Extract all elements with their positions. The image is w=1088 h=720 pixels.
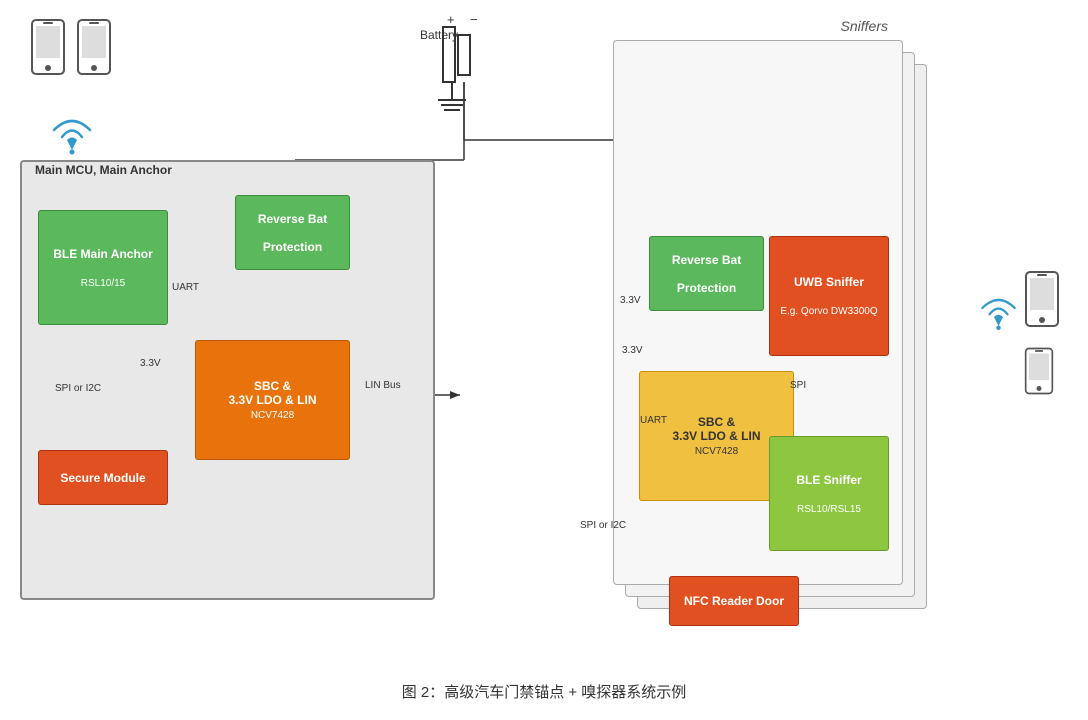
spi-label: SPI: [790, 380, 806, 391]
uart-right-label: UART: [640, 415, 667, 426]
svg-text:−: −: [470, 12, 478, 27]
phone-group-right: [1024, 270, 1060, 396]
phone-icon-right-1: [1024, 270, 1060, 328]
rev-bat-protection-right-block: Reverse Bat Protection: [649, 236, 764, 311]
sniffer-panel-front: Reverse Bat Protection SBC & 3.3V LDO & …: [613, 40, 903, 585]
v33-top-label: 3.3V: [620, 295, 641, 306]
v33-left-label: 3.3V: [140, 358, 161, 369]
nfc-reader-block: NFC Reader Door: [669, 576, 799, 626]
wifi-icon-right: [971, 290, 1026, 340]
battery-label: Battery: [420, 28, 458, 42]
phone-icon-right-2: [1024, 346, 1054, 396]
phone-icon-1: [30, 18, 66, 76]
sniffer-stack: Reverse Bat Protection SBC & 3.3V LDO & …: [613, 40, 933, 640]
spi-i2c-right-label: SPI or I2C: [580, 520, 626, 531]
ble-main-anchor-block: BLE Main Anchor RSL10/15: [38, 210, 168, 325]
main-mcu-label: Main MCU, Main Anchor: [35, 163, 172, 177]
uwb-sniffer-block: UWB Sniffer E.g. Qorvo DW3300Q: [769, 236, 889, 356]
spi-i2c-left-label: SPI or I2C: [55, 383, 101, 394]
sniffers-label: Sniffers: [841, 18, 888, 34]
uart-left-label: UART: [172, 282, 199, 293]
caption: 图 2：高级汽车门禁锚点 + 嗅探器系统示例: [0, 681, 1088, 702]
secure-module-block: Secure Module: [38, 450, 168, 505]
v33-mid-label: 3.3V: [622, 345, 643, 356]
sbc-ldo-left-block: SBC & 3.3V LDO & LIN NCV7428: [195, 340, 350, 460]
phone-group-left: [30, 18, 112, 76]
ble-sniffer-block: BLE Sniffer RSL10/RSL15: [769, 436, 889, 551]
diagram-container: + −: [0, 0, 1088, 720]
svg-text:+: +: [447, 12, 455, 27]
wifi-icon-left: [42, 110, 102, 165]
lin-bus-label: LIN Bus: [365, 380, 401, 391]
phone-icon-2: [76, 18, 112, 76]
rev-bat-protection-left-block: Reverse Bat Protection: [235, 195, 350, 270]
